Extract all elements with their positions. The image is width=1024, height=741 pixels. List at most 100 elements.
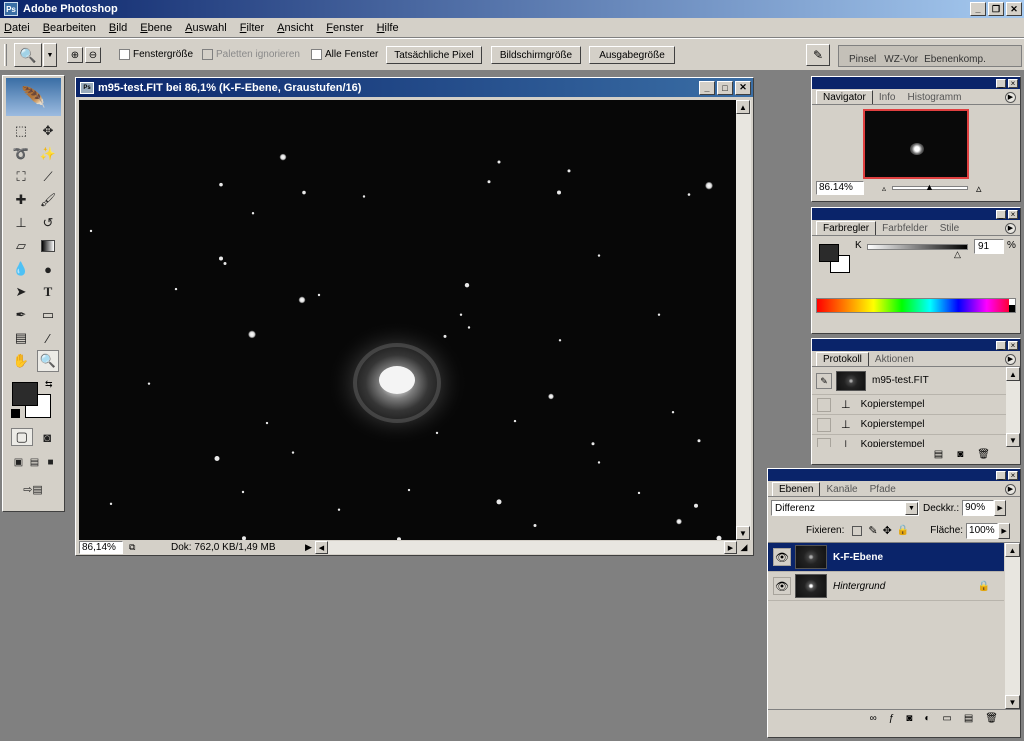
clone-stamp-tool-icon[interactable]: ⊥: [10, 212, 32, 234]
slice-tool-icon[interactable]: ⟋: [37, 166, 59, 188]
menu-datei[interactable]: Datei: [4, 22, 30, 34]
layer-name[interactable]: Hintergrund: [833, 581, 885, 592]
menu-auswahl[interactable]: Auswahl: [185, 22, 227, 34]
blend-mode-dropdown-icon[interactable]: ▼: [905, 501, 918, 515]
zoom-field[interactable]: 86,14%: [79, 541, 123, 554]
tab-navigator[interactable]: Navigator: [816, 90, 873, 104]
history-item[interactable]: ⊥ Kopierstempel: [812, 415, 1006, 435]
new-snapshot-icon[interactable]: ◙: [957, 449, 963, 460]
layer-visibility-eye-icon[interactable]: 👁: [773, 577, 791, 595]
file-browser-icon[interactable]: ✎: [806, 44, 830, 66]
status-preview-icon[interactable]: ⧉: [129, 542, 143, 553]
layer-name[interactable]: K-F-Ebene: [833, 552, 883, 563]
tab-histogramm[interactable]: Histogramm: [902, 91, 968, 104]
blur-tool-icon[interactable]: 💧: [10, 258, 32, 280]
blend-mode-select[interactable]: Differenz ▼: [771, 500, 919, 516]
add-mask-icon[interactable]: ◙: [906, 713, 912, 724]
zoom-out-icon[interactable]: ⊖: [85, 47, 101, 63]
fill-field[interactable]: 100%: [966, 522, 999, 539]
well-tab-wz-vor[interactable]: WZ-Vor: [880, 53, 922, 66]
layers-minimize-button[interactable]: _: [996, 470, 1006, 480]
lasso-tool-icon[interactable]: ➰: [10, 143, 32, 165]
zoom-tool-preset-icon[interactable]: 🔍: [14, 43, 42, 67]
adjustment-layer-icon[interactable]: ◐: [924, 713, 930, 724]
type-tool-icon[interactable]: T: [37, 281, 59, 303]
pen-tool-icon[interactable]: ✒: [10, 304, 32, 326]
hand-tool-icon[interactable]: ✋: [10, 350, 32, 372]
resize-grip-icon[interactable]: ◢: [737, 542, 751, 553]
foreground-color-swatch[interactable]: [12, 382, 38, 406]
navigator-menu-icon[interactable]: ▶: [1005, 92, 1016, 103]
link-layers-icon[interactable]: ∞: [870, 713, 877, 724]
menu-ansicht[interactable]: Ansicht: [277, 22, 313, 34]
fenstergroesse-checkbox[interactable]: Fenstergröße: [119, 49, 193, 60]
history-scroll-up-icon[interactable]: ▲: [1006, 367, 1020, 381]
zoom-tool-icon[interactable]: 🔍: [37, 350, 59, 372]
minimize-doc-button[interactable]: _: [699, 80, 715, 95]
history-scroll-down-icon[interactable]: ▼: [1006, 433, 1020, 447]
color-foreground-swatch[interactable]: [819, 244, 839, 262]
print-size-button[interactable]: Ausgabegröße: [589, 46, 675, 64]
history-snapshot-row[interactable]: ✎ m95-test.FIT: [812, 367, 1006, 395]
history-minimize-button[interactable]: _: [996, 340, 1006, 350]
shape-tool-icon[interactable]: ▭: [37, 304, 59, 326]
scroll-down-icon[interactable]: ▼: [736, 526, 750, 540]
menu-fenster[interactable]: Fenster: [326, 22, 363, 34]
alle-fenster-checkbox[interactable]: Alle Fenster: [311, 49, 378, 60]
tab-aktionen[interactable]: Aktionen: [869, 353, 920, 366]
color-close-button[interactable]: ×: [1008, 209, 1018, 219]
scroll-right-icon[interactable]: ▶: [724, 541, 737, 554]
restore-app-button[interactable]: ❐: [988, 2, 1004, 16]
quick-mask-mode-icon[interactable]: ◙: [37, 428, 58, 446]
swap-colors-icon[interactable]: ⇆: [45, 379, 53, 390]
close-doc-button[interactable]: ✕: [735, 80, 751, 95]
layer-row-hintergrund[interactable]: 👁 Hintergrund 🔒: [768, 572, 1004, 601]
scroll-left-icon[interactable]: ◀: [315, 541, 328, 554]
lock-position-icon[interactable]: ✥: [883, 524, 892, 537]
navigator-thumbnail[interactable]: [863, 109, 969, 179]
notes-tool-icon[interactable]: ▤: [10, 327, 32, 349]
tab-info[interactable]: Info: [873, 91, 902, 104]
doc-horizontal-scrollbar[interactable]: [328, 541, 724, 554]
zoom-in-icon[interactable]: ⊕: [67, 47, 83, 63]
navigator-zoom-slider[interactable]: ▲: [892, 182, 969, 192]
layers-scroll-down-icon[interactable]: ▼: [1005, 695, 1020, 709]
jump-to-imageready-icon[interactable]: ⇨▤: [11, 480, 55, 498]
standard-mode-icon[interactable]: ▢: [11, 428, 33, 446]
screen-mode-menu-icon[interactable]: ▤: [27, 454, 42, 470]
navigator-close-button[interactable]: ×: [1008, 78, 1018, 88]
close-app-button[interactable]: ✕: [1006, 2, 1022, 16]
history-close-button[interactable]: ×: [1008, 340, 1018, 350]
snapshot-source-icon[interactable]: ✎: [816, 372, 832, 389]
menu-bearbeiten[interactable]: Bearbeiten: [43, 22, 96, 34]
menu-bild[interactable]: Bild: [109, 22, 127, 34]
history-source-box[interactable]: [817, 437, 831, 447]
zoom-slider-thumb[interactable]: ▲: [925, 182, 934, 192]
tab-farbfelder[interactable]: Farbfelder: [876, 222, 934, 235]
k-slider-track[interactable]: [867, 244, 968, 250]
layer-visibility-eye-icon[interactable]: 👁: [773, 548, 791, 566]
path-selection-tool-icon[interactable]: ➤: [10, 281, 32, 303]
dodge-tool-icon[interactable]: ●: [37, 258, 59, 280]
delete-state-icon[interactable]: 🗑: [977, 449, 990, 460]
tab-protokoll[interactable]: Protokoll: [816, 352, 869, 366]
menu-hilfe[interactable]: Hilfe: [377, 22, 399, 34]
history-item[interactable]: ⊥ Kopierstempel: [812, 395, 1006, 415]
preset-dropdown-icon[interactable]: ▼: [43, 43, 57, 67]
fill-slider-arrow-icon[interactable]: ▶: [998, 522, 1011, 539]
color-minimize-button[interactable]: _: [996, 209, 1006, 219]
lock-all-icon[interactable]: 🔒: [897, 525, 909, 536]
eraser-tool-icon[interactable]: ▱: [10, 235, 32, 257]
zoom-in-large-icon[interactable]: ▵: [976, 182, 982, 195]
crop-tool-icon[interactable]: ⛶: [10, 166, 32, 188]
layer-row-k-f-ebene[interactable]: 👁 K-F-Ebene: [768, 543, 1004, 572]
gradient-tool-icon[interactable]: [37, 235, 59, 257]
well-tab-pinsel[interactable]: Pinsel: [845, 53, 880, 66]
menu-filter[interactable]: Filter: [240, 22, 264, 34]
eyedropper-tool-icon[interactable]: ⁄: [37, 327, 59, 349]
paletten-ignorieren-checkbox[interactable]: Paletten ignorieren: [202, 49, 300, 60]
actual-pixels-button[interactable]: Tatsächliche Pixel: [386, 46, 482, 64]
magic-wand-tool-icon[interactable]: ✨: [37, 143, 59, 165]
doc-vertical-scrollbar[interactable]: ▲ ▼: [736, 100, 751, 540]
color-menu-icon[interactable]: ▶: [1005, 223, 1016, 234]
